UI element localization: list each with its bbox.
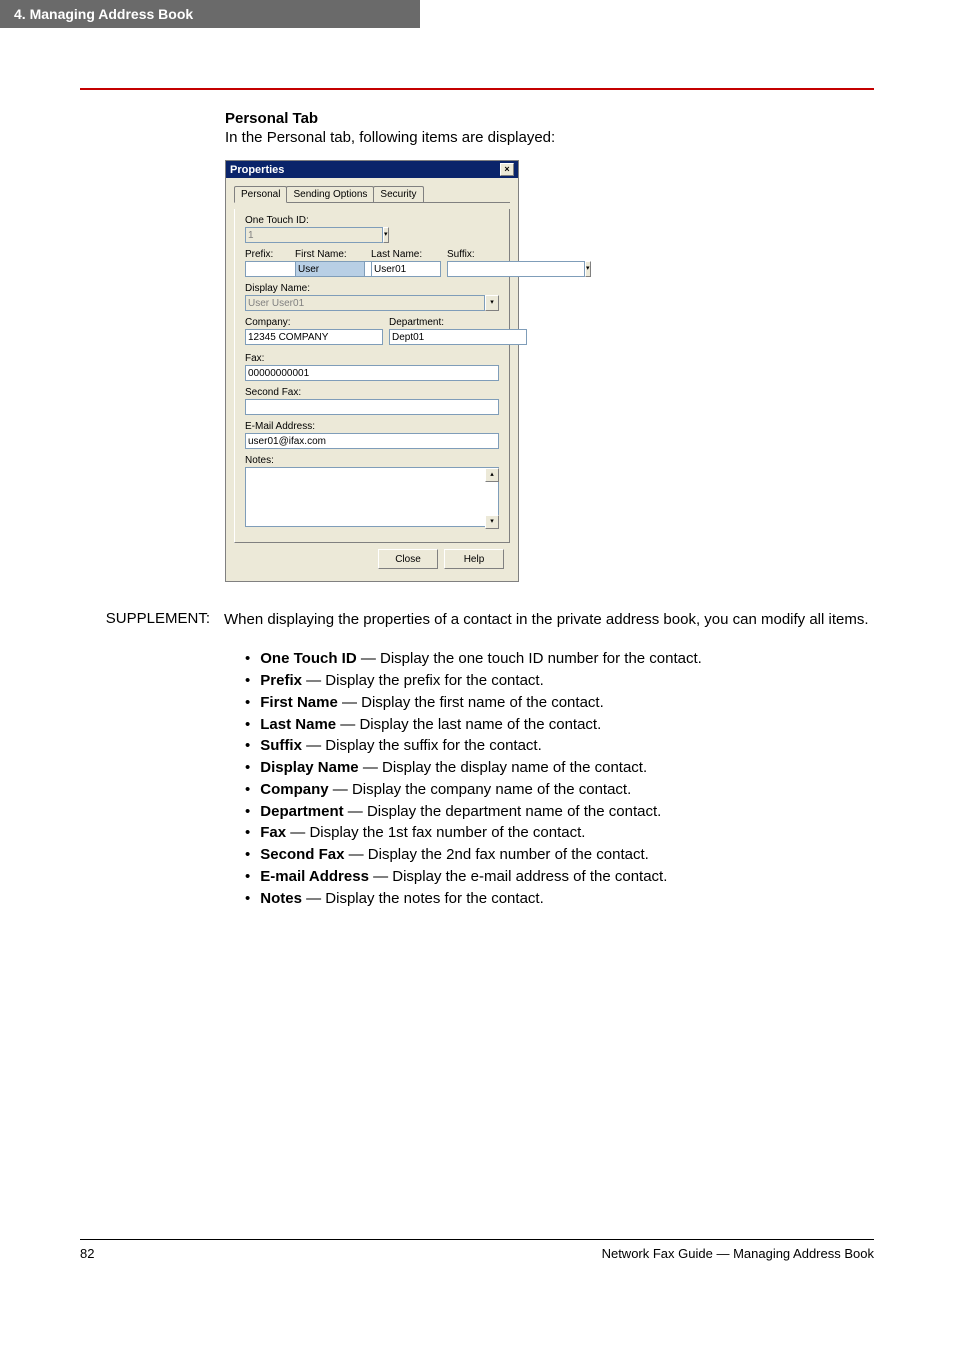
list-item: Fax — Display the 1st fax number of the … [245,822,874,844]
label-display-name: Display Name: [245,283,499,294]
list-item: Suffix — Display the suffix for the cont… [245,735,874,757]
field-description-list: One Touch ID — Display the one touch ID … [245,648,874,909]
supplement-text: When displaying the properties of a cont… [224,610,869,630]
one-touch-input[interactable] [245,227,383,243]
tab-personal[interactable]: Personal [234,186,287,203]
display-name-combo[interactable]: ▾ [245,295,499,311]
supplement-label: SUPPLEMENT: [80,610,210,630]
close-button[interactable]: Close [378,549,438,569]
list-item: First Name — Display the first name of t… [245,692,874,714]
label-company: Company: [245,317,383,328]
chapter-header: 4. Managing Address Book [0,0,420,28]
list-item: Prefix — Display the prefix for the cont… [245,670,874,692]
footer-rule [80,1239,874,1240]
label-last-name: Last Name: [371,249,441,260]
list-item: Last Name — Display the last name of the… [245,714,874,736]
dialog-title: Properties [230,164,284,176]
list-item: E-mail Address — Display the e-mail addr… [245,866,874,888]
display-name-input[interactable] [245,295,485,311]
label-email: E-Mail Address: [245,421,499,432]
label-prefix: Prefix: [245,249,289,260]
properties-dialog: Properties × Personal Sending Options Se… [225,160,519,582]
list-item: Department — Display the department name… [245,801,874,823]
list-item: Second Fax — Display the 2nd fax number … [245,844,874,866]
section-title: Personal Tab [225,110,874,127]
label-fax: Fax: [245,353,499,364]
top-rule [80,88,874,90]
company-input[interactable] [245,329,383,345]
tab-strip: Personal Sending Options Security [234,186,510,203]
help-button[interactable]: Help [444,549,504,569]
label-suffix: Suffix: [447,249,491,260]
suffix-combo[interactable]: ▾ [447,261,491,277]
last-name-input[interactable] [371,261,441,277]
notes-input[interactable] [245,467,499,527]
chevron-down-icon[interactable]: ▾ [485,295,499,311]
label-second-fax: Second Fax: [245,387,499,398]
chevron-down-icon[interactable]: ▾ [383,227,389,243]
tab-security[interactable]: Security [373,186,423,202]
list-item: Notes — Display the notes for the contac… [245,888,874,910]
list-item: Display Name — Display the display name … [245,757,874,779]
label-first-name: First Name: [295,249,365,260]
first-name-input[interactable] [295,261,365,277]
second-fax-input[interactable] [245,399,499,415]
tab-sending-options[interactable]: Sending Options [286,186,374,202]
suffix-input[interactable] [447,261,585,277]
footer-title: Network Fax Guide — Managing Address Boo… [602,1246,874,1261]
dialog-titlebar[interactable]: Properties × [226,161,518,178]
label-one-touch: One Touch ID: [245,215,295,226]
close-icon[interactable]: × [500,163,514,176]
chevron-down-icon[interactable]: ▾ [585,261,591,277]
label-notes: Notes: [245,455,499,466]
email-input[interactable] [245,433,499,449]
fax-input[interactable] [245,365,499,381]
department-input[interactable] [389,329,527,345]
prefix-combo[interactable]: ▾ [245,261,289,277]
one-touch-combo[interactable]: ▾ [245,227,295,243]
page-number: 82 [80,1246,94,1261]
list-item: Company — Display the company name of th… [245,779,874,801]
scroll-up-icon[interactable]: ▴ [485,468,499,482]
tab-panel-personal: One Touch ID: ▾ Prefix: ▾ [234,209,510,543]
section-desc: In the Personal tab, following items are… [225,129,874,146]
list-item: One Touch ID — Display the one touch ID … [245,648,874,670]
label-department: Department: [389,317,527,328]
scroll-down-icon[interactable]: ▾ [485,515,499,529]
